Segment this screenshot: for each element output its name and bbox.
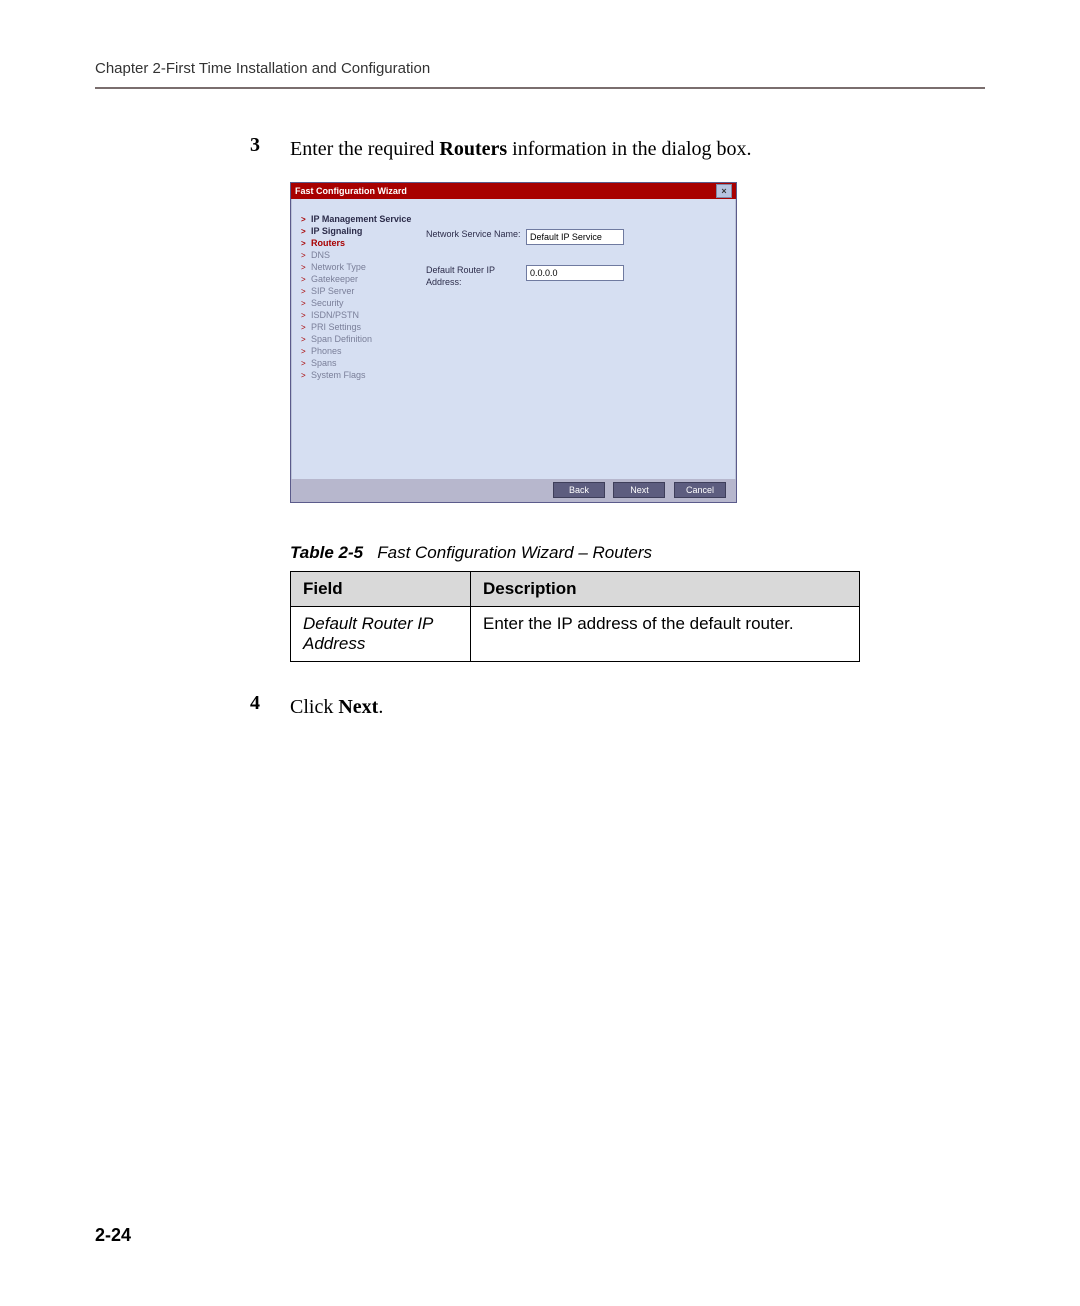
wizard-form: Network Service Name: Default Router IP … (416, 209, 726, 469)
nav-ip-management[interactable]: IP Management Service (301, 213, 416, 225)
step-3-bold: Routers (439, 138, 507, 160)
nav-system-flags[interactable]: System Flags (301, 369, 416, 381)
wizard-nav: IP Management Service IP Signaling Route… (301, 209, 416, 469)
step-3-number: 3 (95, 134, 290, 157)
nav-dns[interactable]: DNS (301, 249, 416, 261)
step-4-bold: Next (338, 696, 378, 718)
step-4-text: Click Next. (290, 692, 985, 722)
header-rule (95, 87, 985, 89)
nav-isdn-pstn[interactable]: ISDN/PSTN (301, 309, 416, 321)
table-caption-number: Table 2-5 (290, 543, 363, 562)
input-service-name[interactable] (526, 229, 624, 245)
table-caption-title: Fast Configuration Wizard – Routers (377, 543, 652, 562)
form-row-service-name: Network Service Name: (426, 229, 716, 245)
th-description: Description (471, 572, 860, 607)
wizard-body: IP Management Service IP Signaling Route… (291, 199, 736, 479)
cancel-button[interactable]: Cancel (674, 482, 726, 498)
back-button[interactable]: Back (553, 482, 605, 498)
next-button[interactable]: Next (613, 482, 665, 498)
nav-network-type[interactable]: Network Type (301, 261, 416, 273)
wizard-dialog: Fast Configuration Wizard × IP Managemen… (290, 182, 737, 503)
table-header-row: Field Description (291, 572, 860, 607)
input-router-ip[interactable] (526, 265, 624, 281)
wizard-footer: Back Next Cancel (291, 479, 736, 502)
table-row: Default Router IP Address Enter the IP a… (291, 607, 860, 662)
table-2-5: Field Description Default Router IP Addr… (290, 571, 860, 662)
label-router-ip: Default Router IP Address: (426, 265, 526, 288)
form-row-router-ip: Default Router IP Address: (426, 265, 716, 288)
chapter-header: Chapter 2-First Time Installation and Co… (95, 60, 985, 87)
td-description: Enter the IP address of the default rout… (471, 607, 860, 662)
nav-routers[interactable]: Routers (301, 237, 416, 249)
nav-phones[interactable]: Phones (301, 345, 416, 357)
step-4-number: 4 (95, 692, 290, 715)
wizard-titlebar: Fast Configuration Wizard × (291, 183, 736, 199)
step-4: 4 Click Next. (95, 692, 985, 722)
td-field: Default Router IP Address (291, 607, 471, 662)
nav-spans[interactable]: Spans (301, 357, 416, 369)
step-3-suffix: information in the dialog box. (507, 138, 751, 160)
step-3-prefix: Enter the required (290, 138, 439, 160)
step-4-suffix: . (378, 696, 383, 718)
close-icon[interactable]: × (716, 184, 732, 198)
th-field: Field (291, 572, 471, 607)
step-3-text: Enter the required Routers information i… (290, 134, 985, 164)
page-number: 2-24 (95, 1225, 131, 1246)
step-3: 3 Enter the required Routers information… (95, 134, 985, 164)
nav-ip-signaling[interactable]: IP Signaling (301, 225, 416, 237)
nav-pri-settings[interactable]: PRI Settings (301, 321, 416, 333)
table-caption: Table 2-5 Fast Configuration Wizard – Ro… (290, 543, 985, 563)
step-4-prefix: Click (290, 696, 338, 718)
wizard-title-text: Fast Configuration Wizard (295, 186, 407, 196)
label-service-name: Network Service Name: (426, 229, 526, 241)
nav-gatekeeper[interactable]: Gatekeeper (301, 273, 416, 285)
nav-security[interactable]: Security (301, 297, 416, 309)
nav-span-definition[interactable]: Span Definition (301, 333, 416, 345)
wizard-screenshot: Fast Configuration Wizard × IP Managemen… (290, 182, 985, 503)
nav-sip-server[interactable]: SIP Server (301, 285, 416, 297)
